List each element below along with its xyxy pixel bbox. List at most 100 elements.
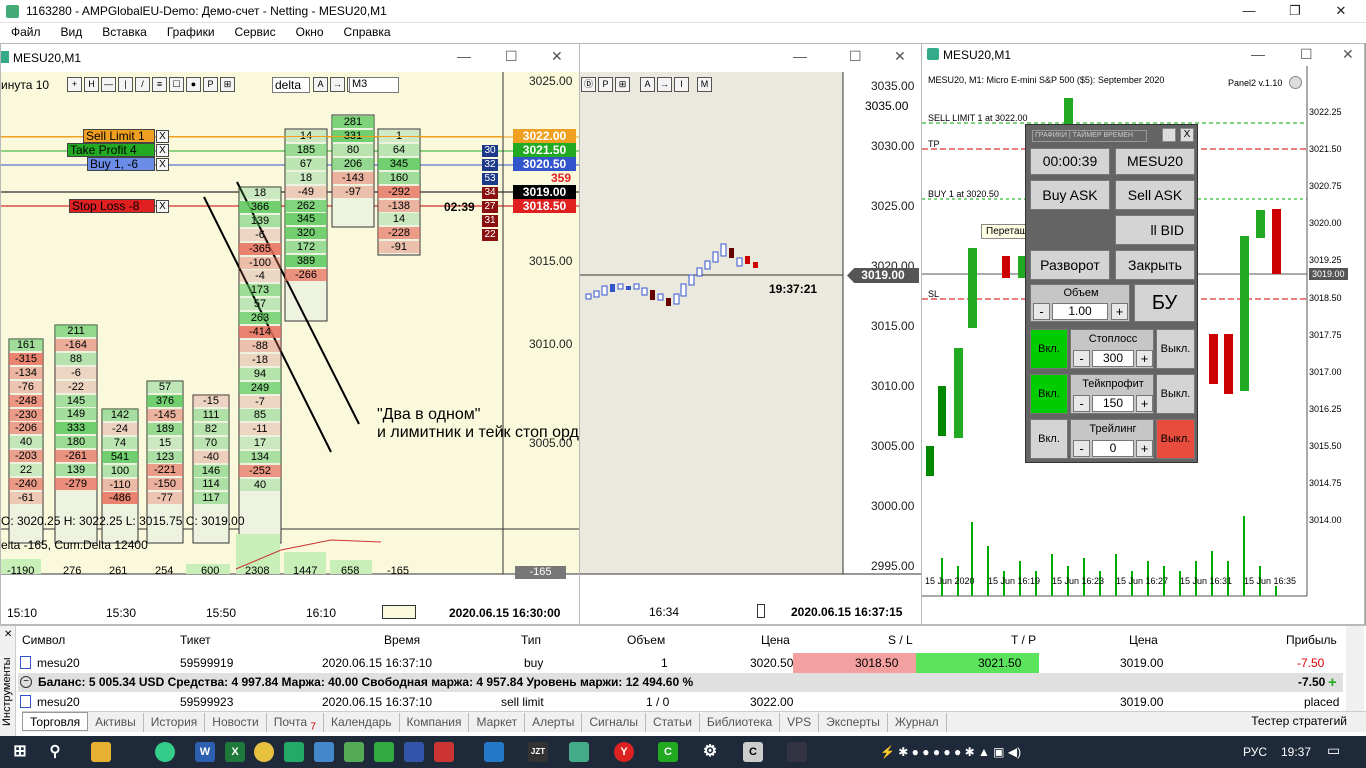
app-icon[interactable] bbox=[314, 742, 334, 762]
app-icon[interactable] bbox=[484, 742, 504, 762]
col-symbol[interactable]: Символ bbox=[22, 633, 65, 647]
tab-alerts[interactable]: Алерты bbox=[525, 713, 583, 732]
buy-close-icon[interactable]: X bbox=[156, 158, 169, 171]
takeprofit-minus-button[interactable]: - bbox=[1073, 395, 1090, 412]
tab-articles[interactable]: Статьи bbox=[646, 713, 700, 732]
menu-window[interactable]: Окно bbox=[285, 23, 333, 39]
take-profit-close-icon[interactable]: X bbox=[156, 144, 169, 157]
col-tp[interactable]: T / P bbox=[1011, 633, 1036, 647]
excel-icon[interactable]: X bbox=[225, 742, 245, 762]
collapse-icon[interactable]: − bbox=[20, 676, 32, 688]
menu-charts[interactable]: Графики bbox=[156, 23, 224, 39]
jzt-icon[interactable]: JZT bbox=[528, 742, 548, 762]
takeprofit-input[interactable]: 150 bbox=[1092, 395, 1134, 412]
tab-news[interactable]: Новости bbox=[205, 713, 267, 732]
app-icon[interactable] bbox=[404, 742, 424, 762]
search-icon[interactable]: ⚲ bbox=[45, 742, 65, 762]
metatrader-icon[interactable] bbox=[569, 742, 589, 762]
col-ticket[interactable]: Тикет bbox=[180, 633, 211, 647]
menu-file[interactable]: Файл bbox=[0, 23, 50, 39]
col-price[interactable]: Цена bbox=[761, 633, 790, 647]
breakeven-button[interactable]: БУ bbox=[1134, 284, 1195, 322]
tab-experts[interactable]: Эксперты bbox=[819, 713, 888, 732]
close-icon[interactable]: ✕ bbox=[551, 48, 563, 65]
tray-icons[interactable]: ⚡ ✱ ● ● ● ● ● ✱ ▲ ▣ ◀) bbox=[880, 745, 1021, 759]
tab-calendar[interactable]: Календарь bbox=[324, 713, 400, 732]
sell-ask-button[interactable]: Sell ASK bbox=[1115, 180, 1195, 210]
minimize-icon[interactable]: — bbox=[1251, 46, 1265, 62]
close-position-button[interactable]: Закрыть bbox=[1115, 250, 1195, 280]
takeprofit-on-button[interactable]: Вкл. bbox=[1030, 374, 1068, 414]
tab-history[interactable]: История bbox=[144, 713, 206, 732]
tab-journal[interactable]: Журнал bbox=[888, 713, 947, 732]
app-icon[interactable] bbox=[344, 742, 364, 762]
buy-position[interactable]: Buy 1, -6 bbox=[87, 157, 155, 171]
maximize-icon[interactable]: ☐ bbox=[505, 48, 518, 65]
clock[interactable]: 19:37 bbox=[1281, 745, 1311, 759]
toolbox-close-icon[interactable]: ✕ bbox=[4, 629, 12, 640]
trailing-on-button[interactable]: Вкл. bbox=[1030, 419, 1068, 459]
volume-minus-button[interactable]: - bbox=[1033, 303, 1050, 320]
stoploss-on-button[interactable]: Вкл. bbox=[1030, 329, 1068, 369]
strategy-tester-button[interactable]: Тестер стратегий bbox=[1244, 712, 1354, 731]
sl-cell[interactable]: 3018.50 bbox=[793, 653, 916, 673]
minimize-icon[interactable]: — bbox=[793, 48, 807, 64]
volume-input[interactable]: 1.00 bbox=[1052, 303, 1108, 320]
maximize-icon[interactable]: ❐ bbox=[1272, 0, 1318, 23]
add-icon[interactable]: + bbox=[1328, 674, 1337, 691]
close-icon[interactable]: ✕ bbox=[894, 48, 906, 65]
menu-service[interactable]: Сервис bbox=[224, 23, 285, 39]
menu-view[interactable]: Вид bbox=[50, 23, 92, 39]
scroll-handle[interactable] bbox=[382, 605, 416, 619]
reverse-button[interactable]: Разворот bbox=[1030, 250, 1110, 280]
col-profit[interactable]: Прибыль bbox=[1286, 633, 1337, 647]
app-icon[interactable] bbox=[434, 742, 454, 762]
chrome-icon[interactable] bbox=[155, 742, 175, 762]
table-row[interactable]: mesu20 59599923 2020.06.15 16:37:10 sell… bbox=[18, 692, 1343, 712]
maximize-icon[interactable]: ☐ bbox=[849, 48, 862, 65]
takeprofit-plus-button[interactable]: + bbox=[1136, 395, 1153, 412]
maximize-icon[interactable]: ☐ bbox=[1300, 46, 1313, 63]
app-icon[interactable] bbox=[284, 742, 304, 762]
tab-assets[interactable]: Активы bbox=[88, 713, 144, 732]
panel-minimize-button[interactable] bbox=[1162, 128, 1176, 142]
col-volume[interactable]: Объем bbox=[627, 633, 665, 647]
tab-library[interactable]: Библиотека bbox=[700, 713, 781, 732]
tab-signals[interactable]: Сигналы bbox=[582, 713, 647, 732]
windows-start-icon[interactable]: ⊞ bbox=[10, 742, 30, 762]
trailing-input[interactable]: 0 bbox=[1092, 440, 1134, 457]
tab-market[interactable]: Маркет bbox=[469, 713, 526, 732]
volume-plus-button[interactable]: + bbox=[1111, 303, 1128, 320]
app-icon[interactable] bbox=[254, 742, 274, 762]
stop-loss-close-icon[interactable]: X bbox=[156, 200, 169, 213]
take-profit-order[interactable]: Take Profit 4 bbox=[67, 143, 155, 157]
word-icon[interactable]: W bbox=[195, 742, 215, 762]
close-icon[interactable]: ✕ bbox=[1342, 46, 1354, 63]
sell-bid-button[interactable]: ll BID bbox=[1115, 215, 1195, 245]
tab-company[interactable]: Компания bbox=[400, 713, 470, 732]
col-price2[interactable]: Цена bbox=[1129, 633, 1158, 647]
stop-loss-order[interactable]: Stop Loss -8 bbox=[69, 199, 155, 213]
app-icon[interactable]: C bbox=[658, 742, 678, 762]
notification-icon[interactable]: ▭ bbox=[1327, 742, 1340, 759]
tp-cell[interactable]: 3021.50 bbox=[916, 653, 1039, 673]
tab-mail[interactable]: Почта 7 bbox=[267, 713, 324, 732]
settings-icon[interactable]: ⚙ bbox=[700, 742, 720, 762]
minimize-icon[interactable]: — bbox=[457, 48, 471, 64]
tab-vps[interactable]: VPS bbox=[780, 713, 820, 732]
symbol-button[interactable]: MESU20 bbox=[1115, 148, 1195, 175]
col-time[interactable]: Время bbox=[384, 633, 420, 647]
explorer-icon[interactable] bbox=[91, 742, 111, 762]
yandex-icon[interactable]: Y bbox=[614, 742, 634, 762]
panel-tabs[interactable]: ГРАФИКИ | ТАЙМЕР ВРЕМЕН bbox=[1032, 130, 1147, 142]
panel-close-button[interactable]: X bbox=[1180, 128, 1194, 142]
scroll-handle[interactable] bbox=[757, 604, 765, 618]
table-scrollbar[interactable] bbox=[1346, 626, 1364, 712]
col-sl[interactable]: S / L bbox=[888, 633, 913, 647]
stoploss-off-button[interactable]: Выкл. bbox=[1156, 329, 1195, 369]
stoploss-plus-button[interactable]: + bbox=[1136, 350, 1153, 367]
app-icon[interactable] bbox=[787, 742, 807, 762]
table-row[interactable]: mesu20 59599919 2020.06.15 16:37:10 buy … bbox=[18, 653, 1343, 673]
close-icon[interactable]: ✕ bbox=[1318, 0, 1364, 23]
app-icon[interactable] bbox=[374, 742, 394, 762]
